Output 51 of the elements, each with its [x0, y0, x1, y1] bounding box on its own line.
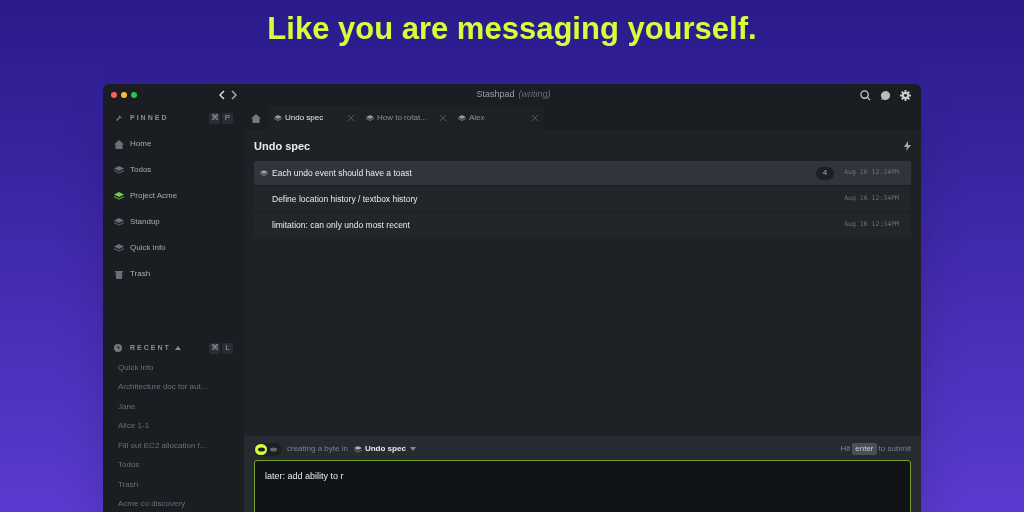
message-input[interactable]: later: add ability to r	[254, 460, 911, 512]
message-text: Define location history / textbox history	[272, 192, 419, 206]
pin-icon	[114, 114, 122, 122]
window-title: Stashpad	[476, 88, 515, 102]
tab[interactable]: Alex	[452, 106, 544, 130]
stack-icon	[274, 114, 282, 122]
composer-prefix: creating a byte in	[287, 443, 348, 455]
window-subtitle: (writing)	[518, 88, 551, 102]
forward-icon[interactable]	[231, 90, 237, 100]
recent-item[interactable]: Acme co discovery	[103, 494, 244, 512]
sidebar-item[interactable]: Home	[130, 138, 152, 150]
hint-text: Hit	[840, 443, 851, 455]
caret-icon[interactable]	[409, 447, 416, 451]
tab[interactable]: How to rotat...	[360, 106, 452, 130]
recent-item[interactable]: Alice 1-1	[103, 416, 244, 436]
clock-icon	[114, 344, 122, 352]
recent-item[interactable]: Todos	[103, 455, 244, 475]
search-icon[interactable]	[860, 89, 871, 101]
eye-option[interactable]	[255, 443, 267, 455]
target-document[interactable]: Undo spec	[364, 443, 406, 455]
stack-icon	[458, 114, 466, 122]
document-title: Undo spec	[254, 138, 312, 154]
recent-item[interactable]: Architecture doc for aut...	[103, 377, 244, 397]
message-text: limitation: can only undo most recent	[272, 218, 411, 232]
mode-toggle[interactable]	[254, 442, 282, 456]
home-icon	[251, 113, 261, 123]
enter-key: enter	[852, 443, 877, 455]
shortcut-key: ⌘	[209, 342, 220, 354]
lightning-icon[interactable]	[904, 141, 911, 151]
recent-item[interactable]: Fill out EC2 allocation f...	[103, 436, 244, 456]
recent-item[interactable]: Quick info	[103, 358, 244, 378]
sidebar-item[interactable]: Trash	[130, 268, 151, 280]
sidebar-item[interactable]: Standup	[130, 216, 160, 228]
sidebar-item[interactable]: Quick info	[130, 242, 166, 254]
shortcut-key: P	[222, 112, 233, 124]
message-text: Each undo event should have a toast	[272, 166, 413, 180]
shortcut-key: ⌘	[209, 112, 220, 124]
tab[interactable]: Undo spec	[268, 106, 360, 130]
recent-item[interactable]: Trash	[103, 475, 244, 495]
collapse-icon[interactable]	[174, 346, 181, 350]
back-icon[interactable]	[219, 90, 225, 100]
shortcut-key: L	[222, 342, 233, 354]
count-badge: 4	[815, 166, 835, 180]
hint-text: to submit	[878, 443, 911, 455]
stack-icon	[353, 445, 362, 453]
recent-item[interactable]: Jane	[103, 397, 244, 417]
sidebar-item[interactable]: Todos	[130, 164, 152, 176]
settings-icon[interactable]	[900, 89, 911, 101]
sidebar-item[interactable]: Project Acme	[130, 190, 178, 202]
chat-icon[interactable]	[880, 89, 891, 101]
stack-icon	[366, 114, 374, 122]
